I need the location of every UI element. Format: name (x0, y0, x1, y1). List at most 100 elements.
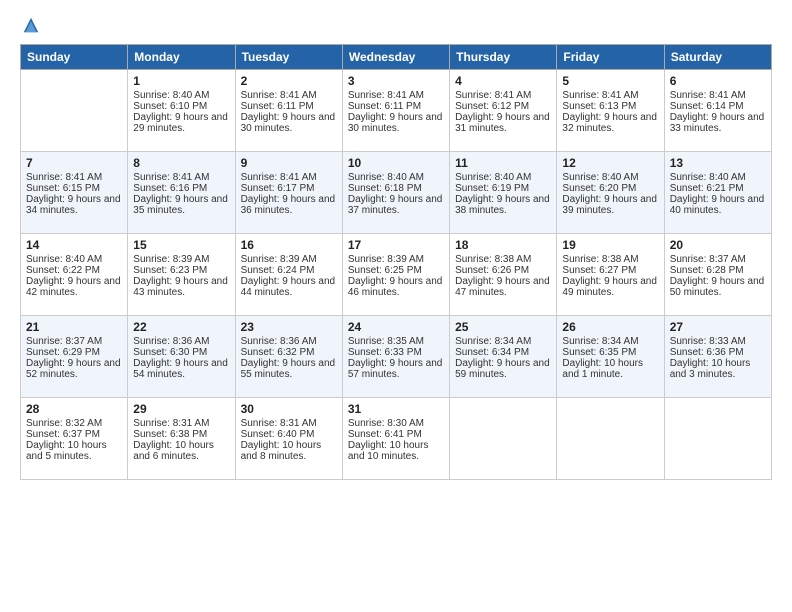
day-number: 2 (241, 74, 337, 88)
logo-icon (22, 16, 40, 34)
daylight-text: Daylight: 9 hours and 42 minutes. (26, 276, 122, 298)
calendar-cell: 27Sunrise: 8:33 AMSunset: 6:36 PMDayligh… (664, 316, 771, 398)
daylight-text: Daylight: 9 hours and 34 minutes. (26, 194, 122, 216)
calendar-header-row: SundayMondayTuesdayWednesdayThursdayFrid… (21, 45, 772, 70)
sunrise-text: Sunrise: 8:32 AM (26, 418, 122, 429)
daylight-text: Daylight: 9 hours and 29 minutes. (133, 112, 229, 134)
sunset-text: Sunset: 6:11 PM (241, 101, 337, 112)
weekday-header-wednesday: Wednesday (342, 45, 449, 70)
calendar-week-row: 21 Sunrise: 8:37 AMSunset: 6:29 PM Dayligh… (21, 316, 772, 398)
sunrise-text: Sunrise: 8:40 AM (133, 90, 229, 101)
calendar-cell (21, 70, 128, 152)
weekday-header-sunday: Sunday (21, 45, 128, 70)
daylight-text: Daylight: 9 hours and 47 minutes. (455, 276, 551, 298)
calendar-cell: 9 Sunrise: 8:41 AMSunset: 6:17 PMDaylight… (235, 152, 342, 234)
header (20, 16, 772, 34)
day-number: 29 (133, 402, 229, 416)
calendar-cell: 7Sunrise: 8:41 AMSunset: 6:15 PMDaylight… (21, 152, 128, 234)
day-number: 15 (133, 238, 229, 252)
day-number: 21 (26, 320, 122, 334)
sunrise-text: Sunrise: 8:39 AM (241, 254, 337, 265)
daylight-text: Daylight: 9 hours and 33 minutes. (670, 112, 766, 134)
sunset-text: Sunset: 6:27 PM (562, 265, 658, 276)
calendar-cell: 18Sunrise: 8:38 AMSunset: 6:26 PMDayligh… (450, 234, 557, 316)
daylight-text: Daylight: 9 hours and 39 minutes. (562, 194, 658, 216)
sunset-text: Sunset: 6:11 PM (348, 101, 444, 112)
day-number: 23 (241, 320, 337, 334)
day-number: 19 (562, 238, 658, 252)
day-number: 25 (455, 320, 551, 334)
day-number: 31 (348, 402, 444, 416)
daylight-text: Daylight: 9 hours and 59 minutes. (455, 358, 551, 380)
day-number: 26 (562, 320, 658, 334)
sunrise-text: Sunrise: 8:41 AM (241, 90, 337, 101)
sunrise-text: Sunrise: 8:37 AM (26, 336, 122, 347)
calendar-cell: 28 Sunrise: 8:32 AMSunset: 6:37 PMDayligh… (21, 398, 128, 480)
day-number: 30 (241, 402, 337, 416)
sunrise-text: Sunrise: 8:34 AM (562, 336, 658, 347)
sunset-text: Sunset: 6:37 PM (26, 429, 122, 440)
sunset-text: Sunset: 6:38 PM (133, 429, 229, 440)
sunrise-text: Sunrise: 8:39 AM (133, 254, 229, 265)
day-number: 8 (133, 156, 229, 170)
sunset-text: Sunset: 6:22 PM (26, 265, 122, 276)
calendar-cell: 4Sunrise: 8:41 AMSunset: 6:12 PMDaylight… (450, 70, 557, 152)
sunrise-text: Sunrise: 8:41 AM (562, 90, 658, 101)
day-number: 7 (26, 156, 122, 170)
weekday-header-thursday: Thursday (450, 45, 557, 70)
sunset-text: Sunset: 6:40 PM (241, 429, 337, 440)
daylight-text: Daylight: 9 hours and 30 minutes. (241, 112, 337, 134)
sunrise-text: Sunrise: 8:41 AM (241, 172, 337, 183)
calendar-cell: 24Sunrise: 8:35 AMSunset: 6:33 PMDayligh… (342, 316, 449, 398)
calendar-cell: 20Sunrise: 8:37 AMSunset: 6:28 PMDayligh… (664, 234, 771, 316)
sunset-text: Sunset: 6:18 PM (348, 183, 444, 194)
calendar-week-row: 1Sunrise: 8:40 AMSunset: 6:10 PMDaylight… (21, 70, 772, 152)
calendar-cell: 23Sunrise: 8:36 AMSunset: 6:32 PMDayligh… (235, 316, 342, 398)
daylight-text: Daylight: 10 hours and 6 minutes. (133, 440, 229, 462)
day-number: 10 (348, 156, 444, 170)
sunset-text: Sunset: 6:17 PM (241, 183, 337, 194)
weekday-header-monday: Monday (128, 45, 235, 70)
sunrise-text: Sunrise: 8:40 AM (562, 172, 658, 183)
daylight-text: Daylight: 10 hours and 5 minutes. (26, 440, 122, 462)
daylight-text: Daylight: 9 hours and 30 minutes. (348, 112, 444, 134)
calendar-cell: 30Sunrise: 8:31 AMSunset: 6:40 PMDayligh… (235, 398, 342, 480)
daylight-text: Daylight: 9 hours and 46 minutes. (348, 276, 444, 298)
daylight-text: Daylight: 9 hours and 37 minutes. (348, 194, 444, 216)
sunrise-text: Sunrise: 8:30 AM (348, 418, 444, 429)
calendar-week-row: 14Sunrise: 8:40 AMSunset: 6:22 PMDayligh… (21, 234, 772, 316)
sunset-text: Sunset: 6:35 PM (562, 347, 658, 358)
calendar-cell (557, 398, 664, 480)
daylight-text: Daylight: 10 hours and 1 minute. (562, 358, 658, 380)
weekday-header-saturday: Saturday (664, 45, 771, 70)
day-number: 4 (455, 74, 551, 88)
sunrise-text: Sunrise: 8:40 AM (26, 254, 122, 265)
calendar-cell: 17Sunrise: 8:39 AMSunset: 6:25 PMDayligh… (342, 234, 449, 316)
calendar-cell: 26 Sunrise: 8:34 AMSunset: 6:35 PMDayligh… (557, 316, 664, 398)
calendar-cell (450, 398, 557, 480)
sunset-text: Sunset: 6:13 PM (562, 101, 658, 112)
calendar-cell: 15Sunrise: 8:39 AMSunset: 6:23 PMDayligh… (128, 234, 235, 316)
daylight-text: Daylight: 9 hours and 32 minutes. (562, 112, 658, 134)
sunset-text: Sunset: 6:29 PM (26, 347, 122, 358)
day-number: 28 (26, 402, 122, 416)
sunrise-text: Sunrise: 8:39 AM (348, 254, 444, 265)
sunrise-text: Sunrise: 8:38 AM (562, 254, 658, 265)
sunrise-text: Sunrise: 8:41 AM (26, 172, 122, 183)
day-number: 1 (133, 74, 229, 88)
calendar-cell: 31Sunrise: 8:30 AMSunset: 6:41 PMDayligh… (342, 398, 449, 480)
calendar-cell: 29Sunrise: 8:31 AMSunset: 6:38 PMDayligh… (128, 398, 235, 480)
sunset-text: Sunset: 6:33 PM (348, 347, 444, 358)
daylight-text: Daylight: 9 hours and 36 minutes. (241, 194, 337, 216)
day-number: 17 (348, 238, 444, 252)
sunset-text: Sunset: 6:41 PM (348, 429, 444, 440)
calendar-cell: 5Sunrise: 8:41 AMSunset: 6:13 PMDaylight… (557, 70, 664, 152)
sunset-text: Sunset: 6:36 PM (670, 347, 766, 358)
day-number: 6 (670, 74, 766, 88)
calendar-cell: 19Sunrise: 8:38 AMSunset: 6:27 PMDayligh… (557, 234, 664, 316)
calendar-cell: 10 Sunrise: 8:40 AMSunset: 6:18 PMDayligh… (342, 152, 449, 234)
day-number: 9 (241, 156, 337, 170)
sunrise-text: Sunrise: 8:40 AM (348, 172, 444, 183)
sunrise-text: Sunrise: 8:41 AM (133, 172, 229, 183)
calendar-cell: 2 Sunrise: 8:41 AMSunset: 6:11 PMDaylight… (235, 70, 342, 152)
